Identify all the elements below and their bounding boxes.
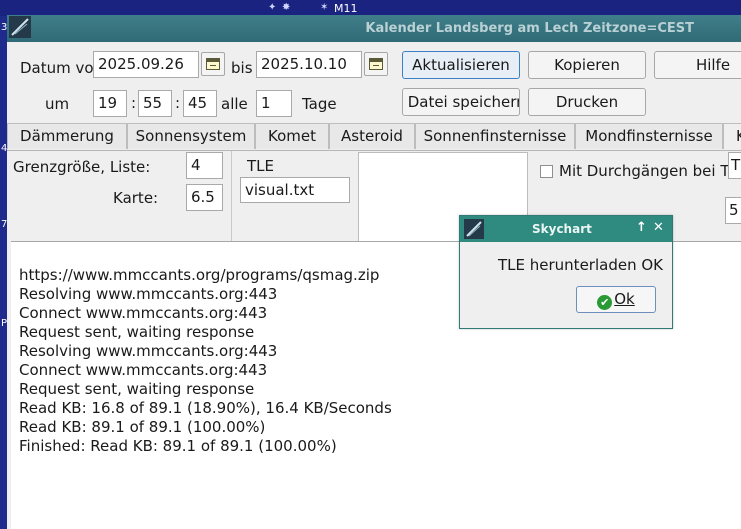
calendar-icon — [206, 58, 220, 70]
map-limit-label: Karte: — [113, 189, 159, 207]
sky-background-strip — [0, 0, 741, 16]
log-line: Request sent, waiting response — [19, 380, 255, 398]
time-separator: : — [131, 94, 137, 112]
panel-divider — [231, 151, 232, 243]
time-separator: : — [175, 94, 181, 112]
star-icon: ✸ — [282, 2, 291, 13]
minute-field[interactable]: 55 — [138, 90, 172, 117]
log-line: Finished: Read KB: 89.1 of 89.1 (100.00%… — [19, 437, 337, 455]
window-title: Kalender Landsberg am Lech Zeitzone=CEST — [365, 21, 694, 36]
transits-checkbox[interactable] — [540, 165, 553, 178]
tle-label: TLE — [247, 157, 274, 175]
log-line: Connect www.mmccants.org:443 — [19, 361, 268, 379]
refresh-button[interactable]: Aktualisieren — [402, 51, 520, 79]
star-icon: ✦ — [268, 2, 277, 13]
step-unit-label: Tage — [302, 95, 337, 113]
dialog-titlebar[interactable]: Skychart ↑ ✕ — [460, 216, 672, 242]
tab-comet[interactable]: Komet — [255, 123, 329, 149]
tle-source-field[interactable]: TL — [728, 152, 741, 179]
dialog-title: Skychart — [532, 222, 592, 236]
date-to-field[interactable]: 2025.10.10 — [256, 51, 362, 78]
save-to-file-button[interactable]: In Datei speichern — [402, 88, 520, 116]
dialog-message: TLE herunterladen OK — [498, 256, 663, 274]
close-icon[interactable]: ✕ — [653, 220, 664, 235]
tab-bar: Dämmerung Sonnensystem Komet Asteroid So… — [7, 123, 741, 151]
calendar-icon — [369, 58, 383, 70]
step-field[interactable]: 1 — [256, 90, 292, 117]
tab-satellites[interactable]: K — [723, 123, 741, 149]
limit-list-field[interactable]: 4 — [186, 152, 223, 179]
tab-solar-eclipses[interactable]: Sonnenfinsternisse — [415, 123, 575, 149]
satellite-count-field[interactable]: 5 — [725, 197, 741, 224]
window-titlebar[interactable]: Kalender Landsberg am Lech Zeitzone=CEST — [7, 15, 741, 42]
date-from-calendar-button[interactable] — [201, 52, 225, 76]
ok-button-label: Ok — [614, 290, 635, 308]
date-to-calendar-button[interactable] — [364, 52, 388, 76]
time-label: um — [45, 95, 70, 113]
transits-checkbox-label: Mit Durchgängen bei Tag — [559, 162, 728, 180]
date-from-field[interactable]: 2025.09.26 — [93, 51, 199, 78]
sky-object-label: M11 — [334, 2, 358, 15]
tab-solar-system[interactable]: Sonnensystem — [127, 123, 255, 149]
log-line: Read KB: 16.8 of 89.1 (18.90%), 16.4 KB/… — [19, 399, 392, 417]
keep-above-icon[interactable]: ↑ — [636, 220, 647, 235]
second-field[interactable]: 45 — [183, 90, 217, 117]
tab-twilight[interactable]: Dämmerung — [7, 123, 127, 149]
tab-lunar-eclipses[interactable]: Mondfinsternisse — [575, 123, 723, 149]
message-dialog: Skychart ↑ ✕ TLE herunterladen OK ✔ Ok — [459, 215, 673, 329]
step-label: alle — [221, 95, 248, 113]
checkmark-circle-icon: ✔ — [597, 295, 613, 310]
print-button[interactable]: Drucken — [528, 88, 646, 116]
skychart-app-icon — [464, 219, 484, 239]
star-icon: ✶ — [320, 2, 329, 13]
ok-button[interactable]: ✔ Ok — [576, 286, 656, 313]
copy-button[interactable]: Kopieren — [528, 51, 646, 79]
log-line: Read KB: 89.1 of 89.1 (100.00%) — [19, 418, 266, 436]
log-line: Resolving www.mmccants.org:443 — [19, 342, 278, 360]
help-button[interactable]: Hilfe — [654, 51, 741, 79]
tab-asteroid[interactable]: Asteroid — [329, 123, 415, 149]
limit-list-label: Grenzgröße, Liste: — [13, 158, 151, 176]
date-to-label: bis — [231, 59, 253, 77]
hour-field[interactable]: 19 — [93, 90, 127, 117]
tle-file-field[interactable]: visual.txt — [240, 177, 350, 203]
map-limit-field[interactable]: 6.5 — [186, 184, 223, 211]
